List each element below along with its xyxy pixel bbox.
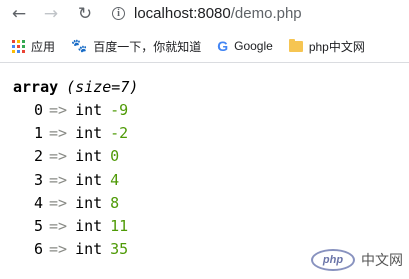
dump-entry: 5 => int 11 (13, 215, 138, 238)
bookmark-label: 应用 (31, 39, 56, 54)
apps-grid-dot (17, 49, 20, 53)
var-dump-output: array (size=7) 0 => int -9 1 => int -2 2 => int 0 3 =>… (13, 76, 138, 261)
entry-type: int (75, 216, 103, 235)
entry-arrow: => (49, 240, 68, 259)
folder-icon (288, 38, 303, 52)
entry-arrow: => (49, 216, 68, 235)
entry-value: -2 (110, 124, 129, 143)
entry-index: 6 (33, 240, 43, 259)
entry-arrow: => (49, 193, 68, 212)
entry-type: int (75, 240, 103, 259)
entry-index: 5 (33, 216, 43, 235)
reload-icon[interactable]: ↻ (74, 3, 96, 25)
apps-grid-dot (17, 44, 20, 48)
entry-value: -9 (110, 101, 129, 119)
dump-entry: 0 => int -9 (13, 99, 138, 122)
dump-entry: 1 => int -2 (13, 122, 138, 145)
entry-arrow: => (49, 147, 68, 166)
dump-entry: 6 => int 35 (13, 238, 138, 261)
entry-index: 3 (33, 170, 43, 189)
entry-index: 1 (33, 124, 43, 143)
php-logo-icon: php (311, 249, 355, 271)
bookmark-label: 百度一下，你就知道 (93, 39, 202, 54)
entry-arrow: => (49, 124, 68, 143)
browser-toolbar: ← → ↻ i localhost:8080/demo.php (0, 0, 409, 27)
entry-type: int (75, 193, 103, 212)
baidu-paw-icon: 🐾 (71, 38, 88, 53)
dump-type: array (13, 78, 59, 96)
entry-index: 0 (33, 101, 43, 119)
entry-value: 0 (110, 147, 120, 166)
bookmarks-bar: 应用 🐾 百度一下，你就知道 G Google php中文网 (0, 30, 409, 63)
dump-entry: 2 => int 0 (13, 145, 138, 168)
bookmark-label: Google (234, 39, 273, 53)
entry-value: 35 (110, 240, 129, 259)
apps-grid-dot (12, 39, 15, 43)
entry-type: int (75, 170, 103, 189)
entry-type: int (75, 124, 103, 143)
apps-grid-dot (22, 49, 25, 53)
bookmark-baidu[interactable]: 🐾 百度一下，你就知道 (71, 38, 201, 55)
bookmark-php-cn[interactable]: php中文网 (288, 38, 365, 55)
entry-type: int (75, 101, 103, 119)
apps-grid-dot (12, 44, 15, 48)
apps-grid-dot (12, 49, 15, 53)
site-info-icon[interactable]: i (112, 6, 125, 20)
url-path: /demo.php (230, 4, 302, 22)
entry-arrow: => (49, 101, 68, 119)
dump-entry: 3 => int 4 (13, 169, 138, 192)
address-bar[interactable]: i localhost:8080/demo.php (112, 2, 409, 24)
dump-header: array (size=7) (13, 76, 138, 99)
entry-index: 4 (33, 193, 43, 212)
dump-entries: 0 => int -9 1 => int -2 2 => int 0 3 => int 4 4 => int 8 5 =>… (13, 99, 138, 261)
apps-grid-dot (22, 44, 25, 48)
dump-size: (size=7) (66, 78, 139, 96)
apps-grid-dot (22, 39, 25, 43)
google-g-icon: G (217, 38, 229, 54)
entry-value: 8 (110, 193, 120, 212)
entry-index: 2 (33, 147, 43, 166)
forward-arrow-icon[interactable]: → (40, 3, 62, 25)
entry-type: int (75, 147, 103, 166)
bookmark-label: php中文网 (308, 39, 365, 54)
entry-arrow: => (49, 170, 68, 189)
watermark-text: 中文网 (361, 252, 403, 268)
entry-value: 4 (110, 170, 120, 189)
entry-value: 11 (110, 216, 129, 235)
dump-entry: 4 => int 8 (13, 192, 138, 215)
bookmark-google[interactable]: G Google (217, 38, 273, 54)
php-cn-watermark: php 中文网 (311, 249, 403, 271)
bookmark-apps[interactable]: 应用 (12, 38, 55, 55)
url-host: localhost:8080 (134, 4, 231, 22)
apps-grid-icon (12, 39, 25, 53)
back-arrow-icon[interactable]: ← (8, 3, 30, 25)
apps-grid-dot (17, 39, 20, 43)
